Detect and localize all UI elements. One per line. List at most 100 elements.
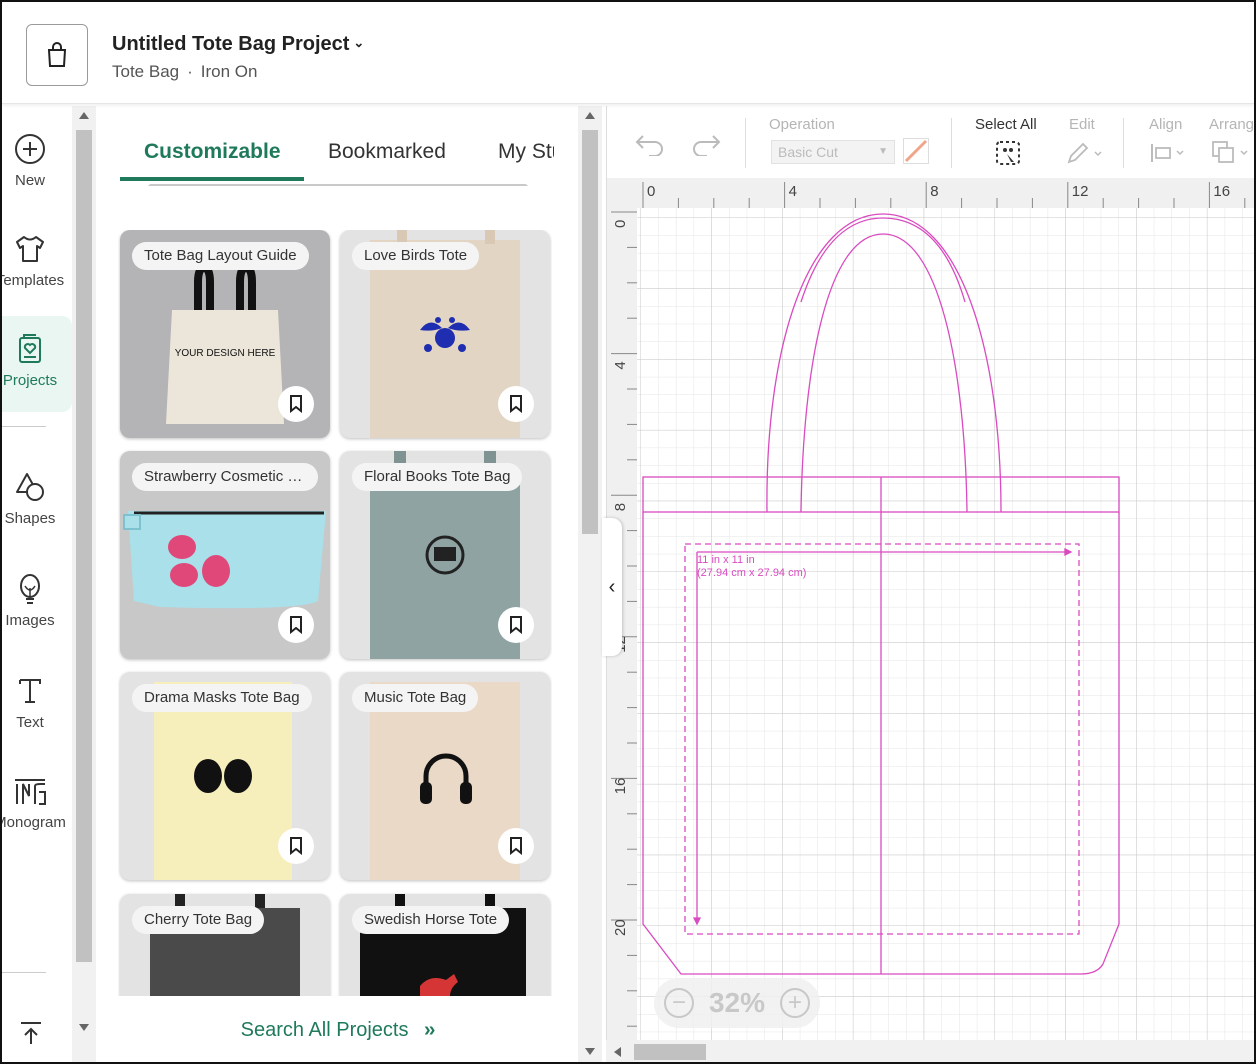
bookmark-button[interactable] bbox=[278, 607, 314, 643]
collapse-panel-button[interactable]: ‹ bbox=[602, 518, 622, 656]
arrange-icon[interactable] bbox=[1211, 140, 1255, 166]
project-header: Untitled Tote Bag Project ⌄ Tote Bag · Iron… bbox=[2, 2, 1254, 104]
nav-item-text[interactable]: Text bbox=[2, 674, 72, 764]
subtitle-separator: · bbox=[187, 62, 193, 81]
tab-customizable[interactable]: Customizable bbox=[144, 140, 281, 164]
ruler-x-label: 0 bbox=[647, 183, 655, 200]
search-all-projects-link[interactable]: Search All Projects ›› bbox=[96, 996, 578, 1062]
ruler-x-label: 12 bbox=[1072, 183, 1089, 200]
scroll-thumb[interactable] bbox=[582, 130, 598, 534]
shopping-bag-icon bbox=[47, 42, 67, 67]
project-type: Tote Bag bbox=[112, 62, 180, 81]
nav-label: Images bbox=[5, 612, 55, 629]
search-all-label: Search All Projects bbox=[240, 1019, 409, 1041]
project-card[interactable]: Cherry Tote Bag bbox=[120, 894, 330, 996]
project-card[interactable]: Music Tote Bag bbox=[340, 672, 550, 880]
ruler-x-label: 4 bbox=[789, 183, 797, 200]
text-icon bbox=[19, 679, 41, 703]
tabs-scrollbar[interactable] bbox=[148, 184, 528, 186]
operation-label: Operation bbox=[769, 116, 835, 133]
nav-item-images[interactable]: Images bbox=[2, 572, 72, 662]
zoom-level: 32% bbox=[708, 987, 766, 1018]
nav-label: Shapes bbox=[4, 510, 56, 527]
bookmark-button[interactable] bbox=[498, 607, 534, 643]
toolbar-divider bbox=[1123, 118, 1124, 168]
card-title: Swedish Horse Tote bbox=[352, 906, 510, 934]
pencil-icon[interactable] bbox=[1065, 140, 1105, 166]
project-card-grid: YOUR DESIGN HERE Tote Bag Layout Guide L… bbox=[118, 230, 552, 996]
undo-icon[interactable] bbox=[635, 132, 665, 156]
scroll-thumb[interactable] bbox=[634, 1044, 706, 1060]
chevron-left-icon: ‹ bbox=[608, 575, 616, 598]
zoom-in-button[interactable]: + bbox=[779, 988, 810, 1018]
shopping-bag-button[interactable] bbox=[26, 24, 88, 86]
tab-my-stuff[interactable]: My Stuff bbox=[498, 140, 554, 164]
project-card[interactable]: YOUR DESIGN HERE Tote Bag Layout Guide bbox=[120, 230, 330, 438]
scroll-down-arrow-icon[interactable] bbox=[79, 1024, 89, 1031]
ruler-y-label: 8 bbox=[612, 503, 629, 511]
card-title: Cherry Tote Bag bbox=[132, 906, 265, 934]
ruler-y-label: 4 bbox=[612, 361, 629, 369]
toolbar-divider bbox=[951, 118, 952, 168]
nav-item-shapes[interactable]: Shapes bbox=[2, 470, 72, 560]
scroll-up-arrow-icon[interactable] bbox=[79, 112, 89, 119]
app-window: Untitled Tote Bag Project ⌄ Tote Bag · Iron… bbox=[0, 0, 1256, 1064]
panel-tabs: Customizable Bookmarked My Stuff bbox=[120, 106, 554, 186]
design-canvas[interactable]: 0481216048121620 11 in x 11 in (27.94 cm… bbox=[606, 178, 1254, 1040]
shapes-icon bbox=[16, 473, 44, 501]
bookmark-button[interactable] bbox=[278, 828, 314, 864]
align-icon[interactable] bbox=[1149, 142, 1189, 164]
color-swatch[interactable] bbox=[903, 138, 929, 164]
select-all-label[interactable]: Select All bbox=[975, 116, 1037, 133]
card-title: Love Birds Tote bbox=[352, 242, 480, 270]
card-title: Music Tote Bag bbox=[352, 684, 479, 712]
project-card[interactable]: Swedish Horse Tote bbox=[340, 894, 550, 996]
scroll-up-arrow-icon[interactable] bbox=[585, 112, 595, 119]
bookmark-icon bbox=[290, 616, 302, 634]
dimension-label: 11 in x 11 in bbox=[697, 554, 755, 566]
project-material: Iron On bbox=[200, 62, 258, 81]
scroll-thumb[interactable] bbox=[76, 130, 92, 962]
bookmark-button[interactable] bbox=[278, 386, 314, 422]
tab-bookmarked[interactable]: Bookmarked bbox=[328, 140, 446, 164]
project-card[interactable]: Strawberry Cosmetic Bag bbox=[120, 451, 330, 659]
panel-scrollbar[interactable] bbox=[578, 106, 602, 1062]
nav-label: Templates bbox=[2, 272, 65, 289]
nav-label: New bbox=[14, 172, 45, 189]
bookmark-icon bbox=[290, 395, 302, 413]
nav-item-projects[interactable]: Projects bbox=[2, 316, 72, 412]
ruler-y-label: 16 bbox=[612, 778, 629, 795]
redo-icon[interactable] bbox=[691, 132, 721, 156]
project-card[interactable]: Love Birds Tote bbox=[340, 230, 550, 438]
bookmark-button[interactable] bbox=[498, 386, 534, 422]
nav-item-new[interactable]: New bbox=[2, 132, 72, 222]
ruler-y-label: 20 bbox=[612, 919, 629, 936]
project-card[interactable]: Floral Books Tote Bag bbox=[340, 451, 550, 659]
zoom-out-button[interactable]: − bbox=[664, 988, 694, 1018]
upload-icon[interactable] bbox=[18, 1020, 44, 1046]
arrange-label: Arrange bbox=[1209, 116, 1255, 133]
scroll-down-arrow-icon[interactable] bbox=[585, 1048, 595, 1055]
align-label: Align bbox=[1149, 116, 1183, 133]
active-tab-indicator bbox=[120, 177, 304, 181]
nav-divider bbox=[2, 972, 46, 973]
project-card[interactable]: Drama Masks Tote Bag bbox=[120, 672, 330, 880]
nav-label: Text bbox=[16, 714, 44, 731]
canvas-horizontal-scrollbar[interactable] bbox=[606, 1040, 1254, 1062]
chevron-down-icon[interactable]: ⌄ bbox=[353, 35, 364, 51]
project-title-text: Untitled Tote Bag Project bbox=[112, 33, 350, 55]
scroll-left-arrow-icon[interactable] bbox=[614, 1047, 621, 1057]
select-all-icon[interactable] bbox=[995, 140, 1021, 166]
no-color-slash-icon bbox=[904, 139, 928, 163]
tshirt-icon bbox=[16, 236, 44, 262]
canvas-grid: 0481216048121620 11 in x 11 in (27.94 cm… bbox=[607, 178, 1254, 1040]
toolbar-divider bbox=[745, 118, 746, 168]
nav-label: Monogram bbox=[2, 814, 66, 831]
operation-select[interactable]: Basic Cut ▼ bbox=[771, 140, 895, 164]
ruler-x-label: 16 bbox=[1213, 183, 1230, 200]
project-title[interactable]: Untitled Tote Bag Project ⌄ bbox=[112, 33, 364, 56]
bookmark-button[interactable] bbox=[498, 828, 534, 864]
nav-scrollbar[interactable] bbox=[72, 106, 96, 1062]
nav-item-monogram[interactable]: Monogram bbox=[2, 774, 72, 864]
nav-item-templates[interactable]: Templates bbox=[2, 232, 72, 322]
